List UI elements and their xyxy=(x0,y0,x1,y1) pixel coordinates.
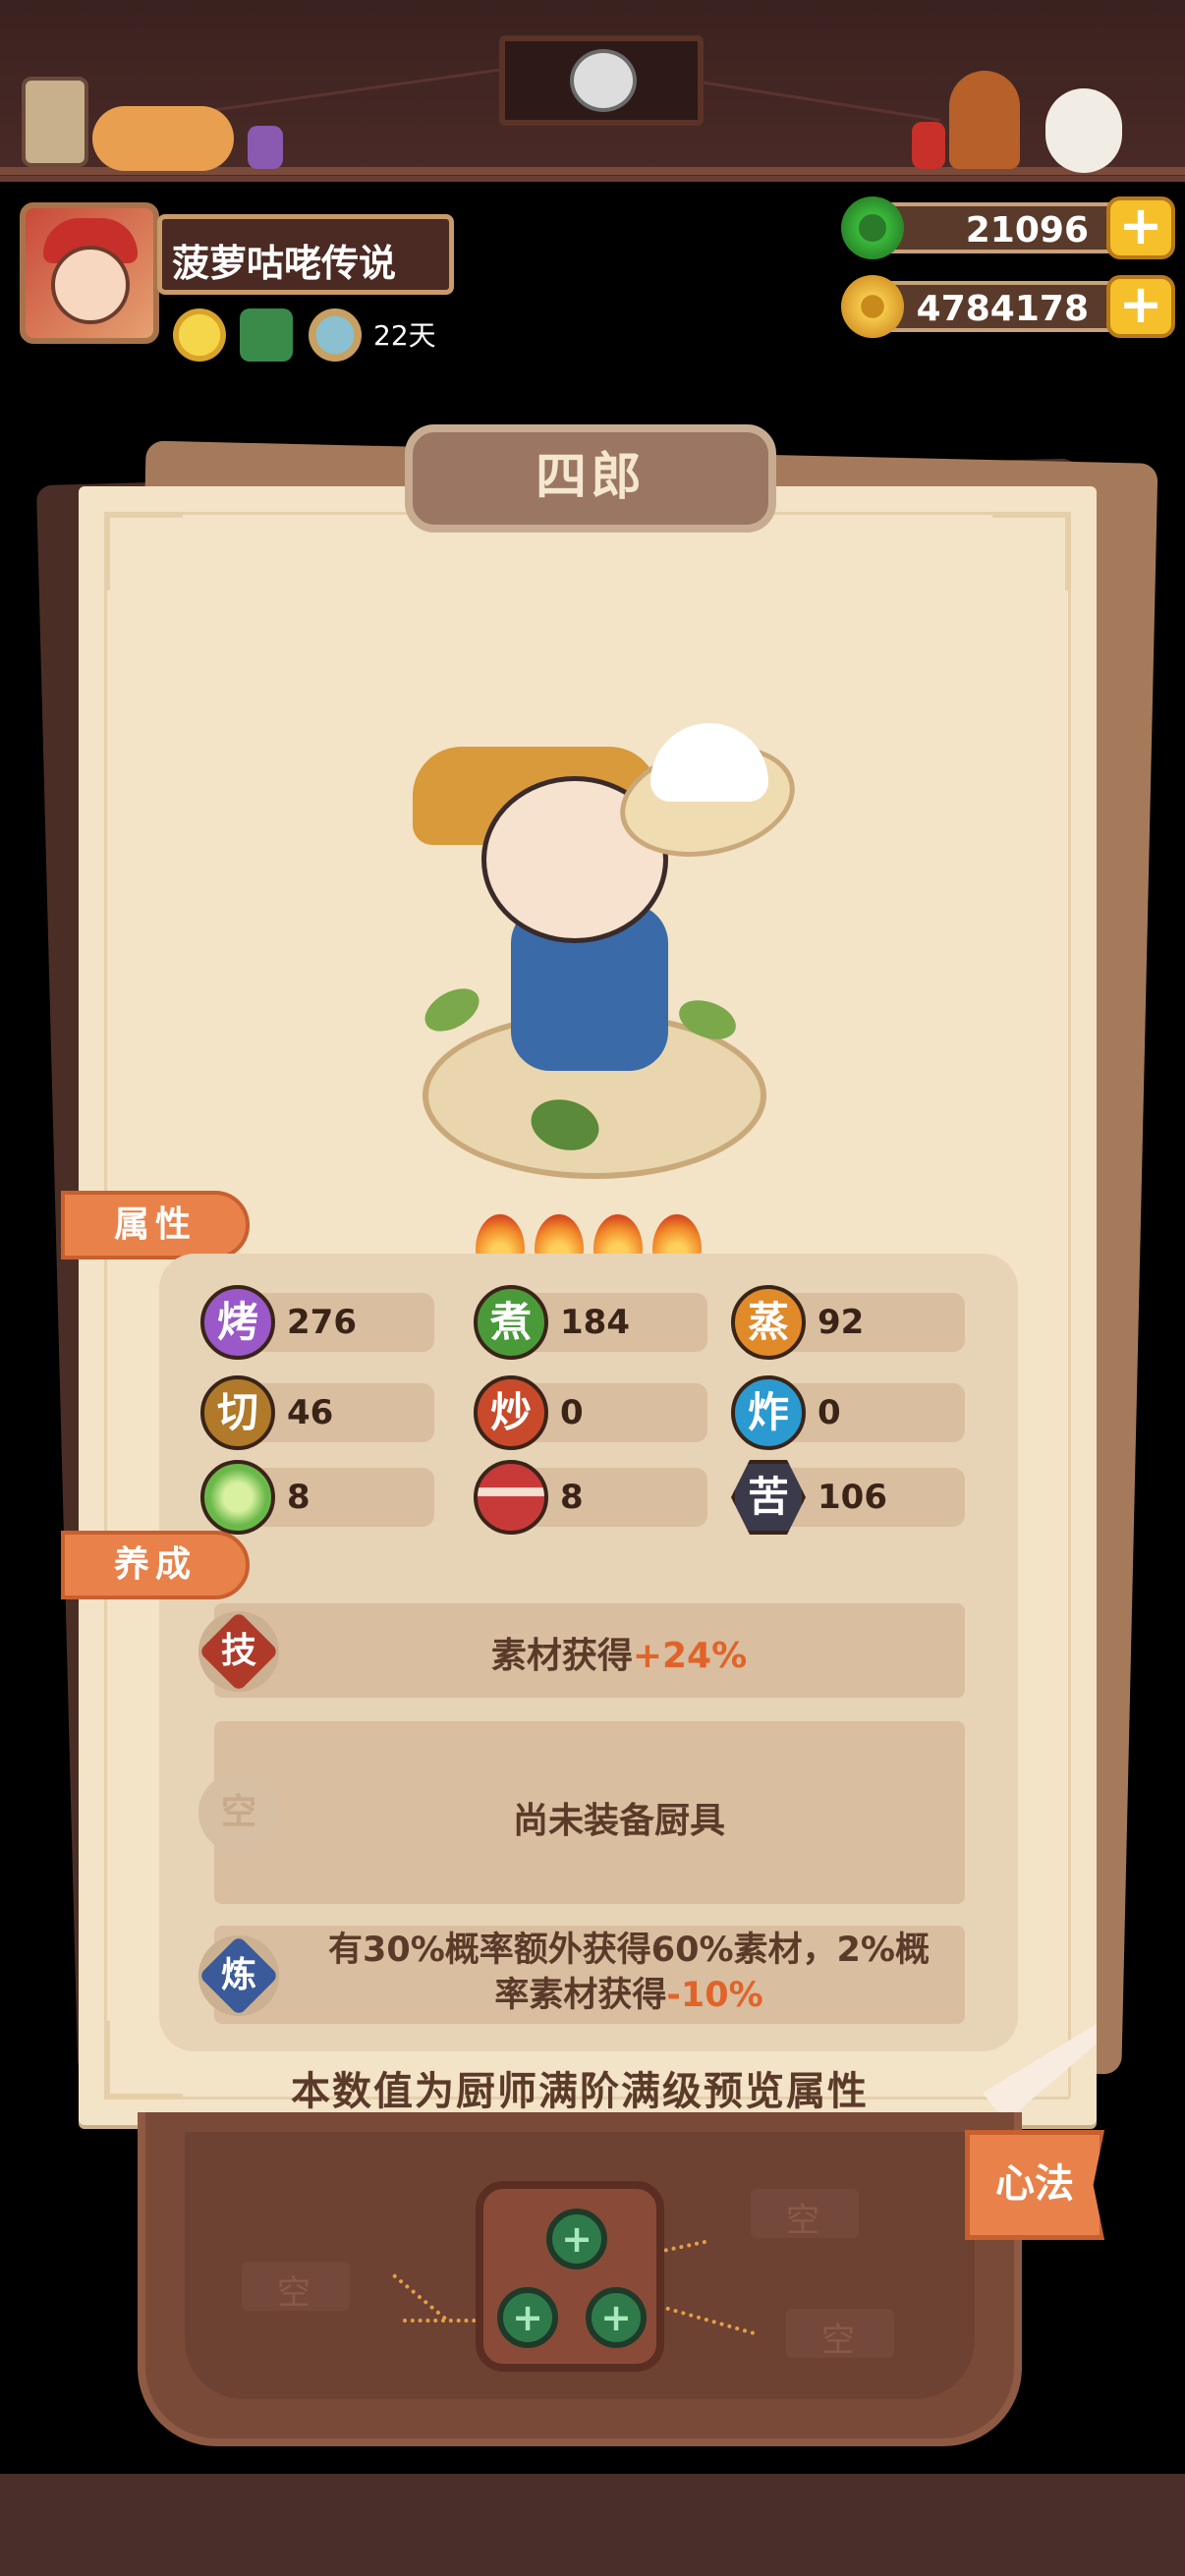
jar-purple-icon xyxy=(248,126,283,169)
rope-right xyxy=(687,79,941,122)
stat-boil[interactable]: 184 煮 xyxy=(474,1285,707,1360)
add-gem-button[interactable]: + xyxy=(497,2287,558,2348)
card-corner-ornament xyxy=(104,512,183,590)
refine-badge-text: 炼 xyxy=(220,1955,256,1995)
add-coin-button[interactable]: + xyxy=(1106,275,1175,338)
jade-currency: 21096 + xyxy=(841,196,1175,259)
refine-badge: 炼 xyxy=(198,1934,280,2017)
skill-bonus: +24% xyxy=(632,1636,748,1676)
skill-description: 素材获得+24% xyxy=(295,1627,943,1678)
refine-penalty: -10% xyxy=(666,1976,763,2015)
jar-red-icon xyxy=(912,122,945,169)
stat-bitter[interactable]: 106 苦 xyxy=(731,1460,965,1535)
empty-badge-text: 空 xyxy=(220,1792,256,1832)
coin-amount: 4784178 xyxy=(871,281,1146,332)
bowl-boost-icon[interactable] xyxy=(309,308,362,362)
scroll-decoration[interactable] xyxy=(22,77,88,167)
days-counter: 22天 xyxy=(373,319,436,352)
player-avatar[interactable] xyxy=(20,202,159,344)
coin-icon xyxy=(841,275,904,338)
cat-orange-icon[interactable] xyxy=(92,106,234,171)
fry-icon: 炸 xyxy=(731,1375,806,1450)
tab-attributes[interactable]: 属性 xyxy=(61,1191,250,1260)
refine-description: 有30%概率额外获得60%素材，2%概 率素材获得-10% xyxy=(295,1928,963,2018)
player-name[interactable]: 菠萝咕咾传说 xyxy=(157,214,454,295)
avatar-face xyxy=(51,246,130,324)
refine-line-2: 率素材获得-10% xyxy=(295,1973,963,2018)
stat-stirfry[interactable]: 0 炒 xyxy=(474,1375,707,1450)
chef-portrait[interactable] xyxy=(393,707,806,1199)
tab-cultivation[interactable]: 养成 xyxy=(61,1531,250,1599)
add-jade-button[interactable]: + xyxy=(1106,196,1175,259)
leaf-decoration xyxy=(418,980,486,1040)
stat-cut[interactable]: 46 切 xyxy=(200,1375,434,1450)
cat-white-icon[interactable] xyxy=(1045,88,1122,173)
stirfry-icon: 炒 xyxy=(474,1375,548,1450)
stat-vegetable[interactable]: 8 xyxy=(200,1460,434,1535)
preview-note: 本数值为厨师满阶满级预览属性 xyxy=(291,2069,869,2114)
chef-name-plate: 四郎 xyxy=(405,424,776,532)
add-gem-button[interactable]: + xyxy=(546,2209,607,2269)
coin-boost-icon[interactable] xyxy=(173,308,226,362)
slot-empty-label: 空 xyxy=(786,2201,819,2240)
raccoon-icon xyxy=(570,49,637,112)
girl-figure-icon[interactable] xyxy=(949,71,1020,169)
top-shelf xyxy=(0,0,1185,182)
boil-icon: 煮 xyxy=(474,1285,548,1360)
add-gem-button[interactable]: + xyxy=(586,2287,647,2348)
raccoon-banner[interactable] xyxy=(499,35,704,126)
cut-icon: 切 xyxy=(200,1375,275,1450)
stat-meat[interactable]: 8 xyxy=(474,1460,707,1535)
stat-steam[interactable]: 92 蒸 xyxy=(731,1285,965,1360)
coin-currency: 4784178 + xyxy=(841,275,1175,338)
xinfa-core-slot[interactable]: + + + xyxy=(476,2181,664,2372)
jade-boost-icon[interactable] xyxy=(240,308,293,362)
steam-icon: 蒸 xyxy=(731,1285,806,1360)
skill-badge-text: 技 xyxy=(220,1631,256,1671)
skill-badge: 技 xyxy=(198,1610,280,1693)
jade-icon xyxy=(841,196,904,259)
empty-equipment-badge: 空 xyxy=(198,1772,279,1853)
roast-icon: 烤 xyxy=(200,1285,275,1360)
stat-roast[interactable]: 276 烤 xyxy=(200,1285,434,1360)
jade-amount: 21096 xyxy=(871,202,1146,253)
xinfa-button[interactable]: 心法 xyxy=(965,2130,1104,2240)
cabbage-icon xyxy=(200,1460,275,1535)
equipment-status: 尚未装备厨具 xyxy=(512,1801,725,1841)
skill-text: 素材获得 xyxy=(490,1636,633,1676)
card-corner-ornament xyxy=(992,512,1071,590)
stat-fry[interactable]: 0 炸 xyxy=(731,1375,965,1450)
slot-empty-label: 空 xyxy=(277,2273,310,2313)
bottom-bar xyxy=(0,2474,1185,2576)
slot-empty-label: 空 xyxy=(821,2321,855,2360)
steamed-bun xyxy=(650,723,768,802)
refine-line-2-text: 率素材获得 xyxy=(494,1976,667,2015)
meat-icon xyxy=(474,1460,548,1535)
refine-line-1: 有30%概率额外获得60%素材，2%概 xyxy=(328,1931,930,1970)
